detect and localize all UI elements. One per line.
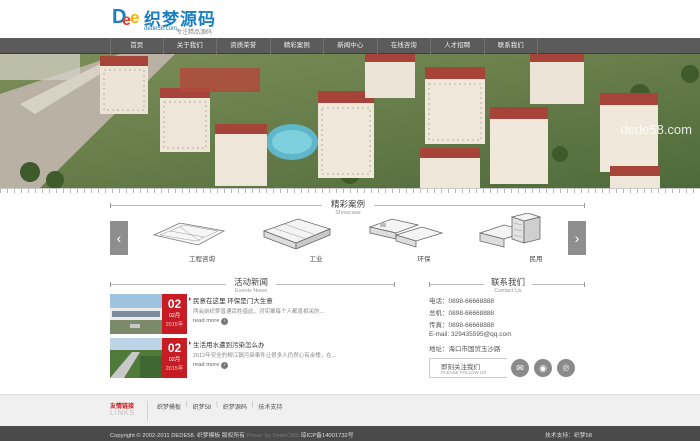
follow-us-label-en: PLEASE FOLLOW US	[441, 370, 487, 375]
news-title-link[interactable]: 生活用水遭到污染怎么办	[189, 339, 265, 349]
page: D e e 织梦源码 dede58.com 专注精品源码 首页 关于我们 资质荣…	[0, 0, 700, 441]
news-date-month: 02月	[168, 313, 181, 319]
contact-email[interactable]: E-mail: 329435595@qq.com	[429, 331, 511, 338]
chevron-left-icon: ‹	[116, 230, 122, 246]
chevron-right-icon: ›	[574, 230, 580, 246]
news-title-link[interactable]: 民意在这里 环保是门大生意	[189, 295, 273, 305]
nav-item-home[interactable]: 首页	[110, 38, 164, 54]
hero-banner[interactable]: dede58.com	[0, 54, 700, 188]
showcase-next-button[interactable]: ›	[568, 221, 586, 255]
showcase-item[interactable]: 工业	[258, 213, 338, 263]
copyright: Copyright © 2002-2011 DEDE58. 织梦模板 版权所有	[110, 433, 245, 439]
showcase-prev-button[interactable]: ‹	[110, 221, 128, 255]
friend-link[interactable]: 织梦模板	[157, 402, 181, 411]
ruler-divider	[0, 188, 700, 196]
copyright-text: Copyright © 2002-2011 DEDE58. 织梦模板 版权所有 …	[110, 430, 354, 439]
footer: Copyright © 2002-2011 DEDE58. 织梦模板 版权所有 …	[0, 426, 700, 441]
email-icon[interactable]: ✉	[511, 359, 529, 377]
contact-subtitle: Contact Us	[494, 288, 522, 294]
contact-fax: 传真：0898-66668888	[429, 322, 495, 329]
logo-slogan: 专注精品源码	[176, 30, 213, 36]
news-item[interactable]: 02 02月 2015年 生活用水遭到污染怎么办 2012年安全的柳江镉污染事件…	[110, 338, 350, 380]
links-divider	[147, 401, 148, 421]
friend-link[interactable]: 技术支持	[258, 402, 282, 411]
news-summary: 2012年安全的柳江镉污染事件让很多人仍然心有余悸，在...	[193, 353, 337, 359]
follow-us: 即刻关注我们 PLEASE FOLLOW US	[429, 355, 507, 381]
news-date: 02 02月 2015年	[162, 338, 187, 378]
showcase-item-label: 工业	[309, 256, 323, 263]
read-more-link[interactable]: read more	[193, 318, 219, 324]
friend-links-bar: 友情链接 LINKS 织梦模板 | 织梦58 | 织梦源码 | 技术支持	[0, 394, 700, 426]
nav-item-contact[interactable]: 联系我们	[485, 38, 538, 54]
contact-mobile: 总机：0898-66668888	[429, 310, 495, 317]
residential-aerial-image	[0, 54, 700, 188]
friend-link[interactable]: 织梦源码	[223, 402, 247, 411]
factory-icon	[262, 218, 332, 249]
contact-address: 地址：海口市国贸玉沙路	[429, 346, 501, 353]
news-date: 02 02月 2015年	[162, 294, 187, 334]
read-more-link[interactable]: read more	[193, 362, 219, 368]
nav-item-cases[interactable]: 精彩案例	[271, 38, 324, 54]
weibo-icon[interactable]: ◉	[534, 359, 552, 377]
showcase-item-label: 民用	[529, 256, 543, 263]
showcase-item[interactable]: 民用	[474, 213, 554, 263]
friend-links-title: 友情链接	[110, 404, 135, 410]
eco-plant-icon	[368, 218, 444, 248]
news-date-day: 02	[167, 297, 182, 311]
icp-link[interactable]: 琼ICP备14001732号	[301, 433, 354, 439]
logo-domain: dede58.com	[144, 26, 178, 32]
showcase-item[interactable]: 工程咨询	[150, 213, 230, 263]
news-summary: 两会前织梦普通百姓借此，对实聚每个人都息相关的...	[193, 309, 325, 315]
logo-mark-icon: D e e	[112, 6, 140, 29]
main-nav: 首页 关于我们 资质荣誉 精彩案例 新闻中心 在线咨询 人才招聘 联系我们	[0, 38, 700, 54]
news-thumbnail	[110, 294, 162, 334]
nav-item-consult[interactable]: 在线咨询	[378, 38, 431, 54]
news-title: 活动新闻	[233, 277, 268, 287]
contact-title: 联系我们	[490, 277, 525, 287]
showcase-item[interactable]: 环保	[366, 213, 446, 263]
arrow-right-icon[interactable]: ›	[221, 362, 228, 369]
showcase-item-label: 工程咨询	[189, 256, 215, 263]
pinterest-icon[interactable]: ℗	[557, 359, 575, 377]
showcase-title: 精彩案例	[330, 199, 365, 209]
banner-watermark: dede58.com	[620, 122, 692, 137]
arrow-right-icon[interactable]: ›	[221, 318, 228, 325]
friend-link[interactable]: 织梦58	[193, 402, 212, 411]
tech-support-text: 技术支持：织梦58	[544, 433, 592, 439]
header: D e e 织梦源码 dede58.com 专注精品源码	[0, 0, 700, 38]
link-separator: |	[216, 402, 218, 408]
showcase-item-label: 环保	[417, 256, 431, 263]
contact-phone: 电话：0898-66668888	[429, 298, 495, 305]
residential-icon	[478, 213, 542, 248]
news-thumbnail	[110, 338, 162, 378]
news-heading: 活动新闻 Events News	[226, 276, 276, 294]
friend-links-list: 织梦模板 | 织梦58 | 织梦源码 | 技术支持	[157, 402, 282, 411]
news-item[interactable]: 02 02月 2015年 民意在这里 环保是门大生意 两会前织梦普通百姓借此，对…	[110, 294, 350, 336]
news-date-day: 02	[167, 341, 182, 355]
news-date-year: 2015年	[165, 366, 184, 372]
blueprint-icon	[152, 222, 226, 246]
news-date-year: 2015年	[165, 322, 184, 328]
nav-item-jobs[interactable]: 人才招聘	[431, 38, 485, 54]
nav-item-news[interactable]: 新闻中心	[324, 38, 378, 54]
link-separator: |	[186, 402, 188, 408]
logo[interactable]: D e e 织梦源码 dede58.com 专注精品源码	[112, 5, 222, 36]
powered-by-link[interactable]: Power by DedeCMS	[245, 433, 301, 439]
contact-heading: 联系我们 Contact Us	[484, 276, 532, 294]
news-date-month: 02月	[168, 357, 181, 363]
friend-links-title-en: LINKS	[110, 410, 136, 417]
link-separator: |	[251, 402, 254, 408]
nav-item-about[interactable]: 关于我们	[164, 38, 217, 54]
friend-links-heading: 友情链接 LINKS	[110, 401, 135, 417]
nav-item-honors[interactable]: 资质荣誉	[217, 38, 271, 54]
